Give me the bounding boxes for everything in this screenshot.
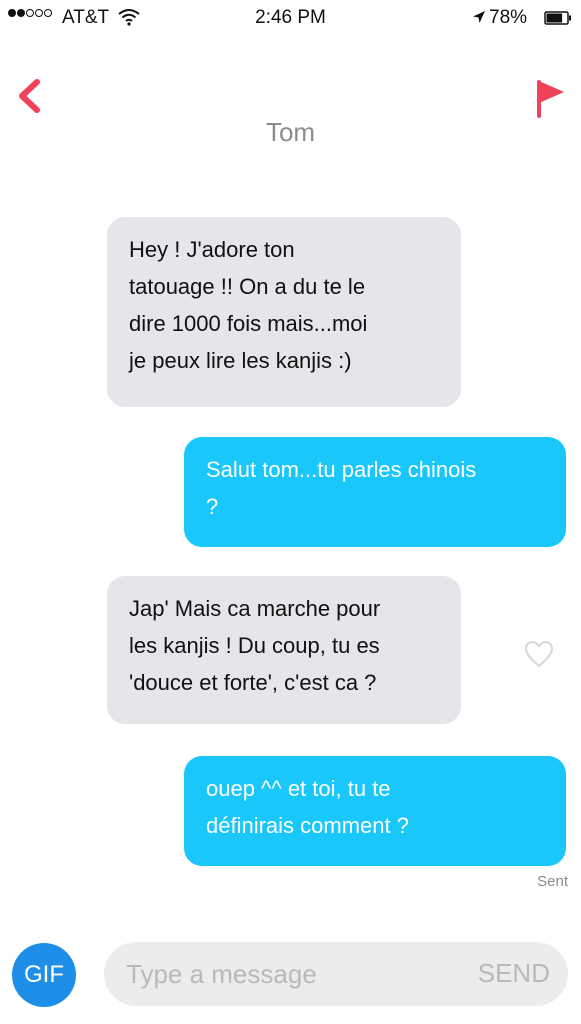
battery-fill bbox=[546, 13, 563, 23]
received-message-bubble[interactable]: Hey ! J'adore ton tatouage !! On a du te… bbox=[107, 217, 461, 407]
message-composer: SEND bbox=[104, 942, 568, 1006]
heart-outline-icon[interactable] bbox=[524, 640, 554, 668]
message-line: Jap' Mais ca marche pour bbox=[129, 596, 381, 621]
message-line: je peux lire les kanjis :) bbox=[129, 348, 352, 373]
message-line: définirais comment ? bbox=[206, 813, 409, 838]
battery-icon bbox=[544, 11, 571, 25]
message-line: tatouage !! On a du te le bbox=[129, 274, 366, 299]
send-button[interactable]: SEND bbox=[478, 958, 550, 989]
message-input[interactable] bbox=[104, 942, 444, 1006]
message-line: ouep ^^ et toi, tu te bbox=[206, 776, 391, 801]
sent-message-bubble[interactable]: Salut tom...tu parles chinois ? bbox=[184, 437, 566, 547]
message-line: les kanjis ! Du coup, tu es bbox=[129, 633, 380, 658]
location-arrow-icon bbox=[473, 11, 485, 23]
gif-button[interactable]: GIF bbox=[12, 943, 76, 1007]
sent-status-label: Sent bbox=[537, 873, 568, 890]
message-line: dire 1000 fois mais...moi bbox=[129, 311, 368, 336]
battery-percentage: 78% bbox=[489, 7, 528, 28]
sent-message-bubble[interactable]: ouep ^^ et toi, tu te définirais comment… bbox=[184, 756, 566, 866]
status-bar: AT&T 2:46 PM 78% bbox=[0, 0, 581, 40]
message-line: Salut tom...tu parles chinois bbox=[206, 457, 477, 482]
message-line: 'douce et forte', c'est ca ? bbox=[129, 670, 377, 695]
message-line: Hey ! J'adore ton bbox=[129, 237, 295, 262]
contact-name[interactable]: Tom bbox=[0, 117, 581, 148]
chevron-left-icon[interactable] bbox=[14, 76, 44, 116]
message-line: ? bbox=[206, 494, 219, 519]
flag-icon[interactable] bbox=[534, 78, 566, 120]
received-message-bubble[interactable]: Jap' Mais ca marche pour les kanjis ! Du… bbox=[107, 576, 461, 724]
